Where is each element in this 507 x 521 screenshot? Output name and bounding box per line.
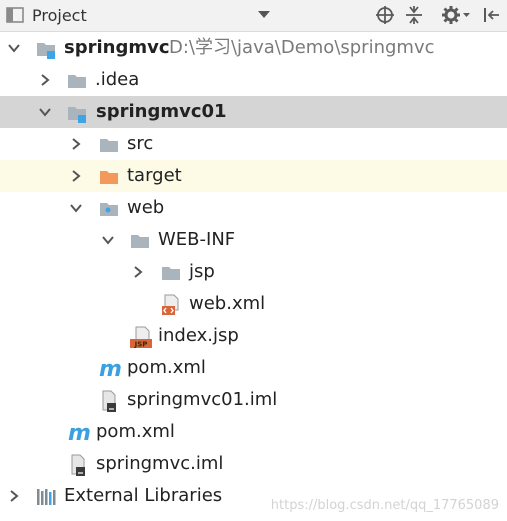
module-folder-icon	[66, 102, 88, 124]
project-tool-window: Project springmvc D:\学习\java\Demo\spring…	[0, 0, 507, 521]
chevron-right-icon[interactable]	[68, 168, 84, 184]
iml-file-icon	[98, 390, 120, 412]
folder-icon	[66, 70, 88, 92]
tree-row-springmvc[interactable]: springmvc D:\学习\java\Demo\springmvc	[0, 32, 507, 64]
project-view-label: Project	[32, 5, 87, 25]
svg-text:JSP: JSP	[134, 341, 148, 349]
tree-label: target	[127, 165, 182, 186]
tree-label: pom.xml	[127, 357, 206, 378]
tree-label: jsp	[189, 261, 215, 282]
tree-row-web-inf[interactable]: WEB-INF	[0, 224, 507, 256]
tree-label: springmvc.iml	[96, 453, 224, 474]
excluded-folder-icon	[98, 166, 120, 188]
target-icon[interactable]	[374, 4, 396, 26]
project-view-icon	[4, 4, 26, 26]
watermark-url: https://blog.csdn.net/qq_17765089	[270, 498, 499, 513]
folder-icon	[98, 134, 120, 156]
svg-text:m: m	[99, 358, 122, 380]
maven-icon: m	[98, 357, 122, 382]
tree-label: External Libraries	[64, 485, 223, 506]
folder-icon	[129, 230, 151, 252]
tree-row-module-iml[interactable]: springmvc01.iml	[0, 384, 507, 416]
jsp-file-icon: JSP	[129, 326, 152, 349]
tree-label: pom.xml	[96, 421, 175, 442]
tree-row-idea[interactable]: .idea	[0, 64, 507, 96]
project-path: D:\学习\java\Demo\springmvc	[169, 37, 435, 58]
hide-panel-icon[interactable]	[480, 4, 502, 26]
chevron-right-icon[interactable]	[6, 488, 22, 504]
tree-label: index.jsp	[158, 325, 239, 346]
tree-row-module-pom[interactable]: m pom.xml	[0, 352, 507, 384]
chevron-right-icon[interactable]	[68, 136, 84, 152]
chevron-down-icon[interactable]	[6, 40, 22, 56]
project-view-selector[interactable]: Project	[4, 3, 87, 27]
chevron-down-icon[interactable]	[100, 232, 116, 248]
libraries-icon	[35, 486, 57, 508]
tree-label: WEB-INF	[158, 229, 236, 250]
web-folder-icon	[98, 198, 120, 220]
chevron-right-icon[interactable]	[130, 264, 146, 280]
tree-row-src[interactable]: src	[0, 128, 507, 160]
tree-label: springmvc01	[96, 101, 227, 122]
tree-row-web[interactable]: web	[0, 192, 507, 224]
collapse-all-icon[interactable]	[403, 4, 425, 26]
tree-row-jsp[interactable]: jsp	[0, 256, 507, 288]
folder-icon	[160, 262, 182, 284]
chevron-down-icon[interactable]	[37, 104, 53, 120]
tree-row-target[interactable]: target	[0, 160, 507, 192]
module-folder-icon	[35, 38, 57, 60]
tree-row-springmvc01[interactable]: springmvc01	[0, 96, 507, 128]
view-dropdown-arrow-icon[interactable]	[258, 11, 270, 18]
maven-icon: m	[67, 421, 91, 446]
tree-label: springmvc01.iml	[127, 389, 278, 410]
tree-label: web.xml	[189, 293, 266, 314]
project-panel-header: Project	[0, 0, 507, 32]
xml-file-icon	[160, 294, 182, 316]
tree-label: springmvc	[64, 37, 170, 58]
tree-label: web	[127, 197, 165, 218]
chevron-down-icon[interactable]	[68, 200, 84, 216]
chevron-right-icon[interactable]	[37, 72, 53, 88]
gear-icon[interactable]	[440, 4, 472, 26]
iml-file-icon	[67, 454, 89, 476]
tree-row-root-pom[interactable]: m pom.xml	[0, 416, 507, 448]
tree-row-root-iml[interactable]: springmvc.iml	[0, 448, 507, 480]
svg-text:m: m	[68, 422, 91, 444]
tree-row-web-xml[interactable]: web.xml	[0, 288, 507, 320]
tree-row-index-jsp[interactable]: JSP index.jsp	[0, 320, 507, 352]
tree-label: src	[127, 133, 154, 154]
tree-label: .idea	[95, 69, 140, 90]
